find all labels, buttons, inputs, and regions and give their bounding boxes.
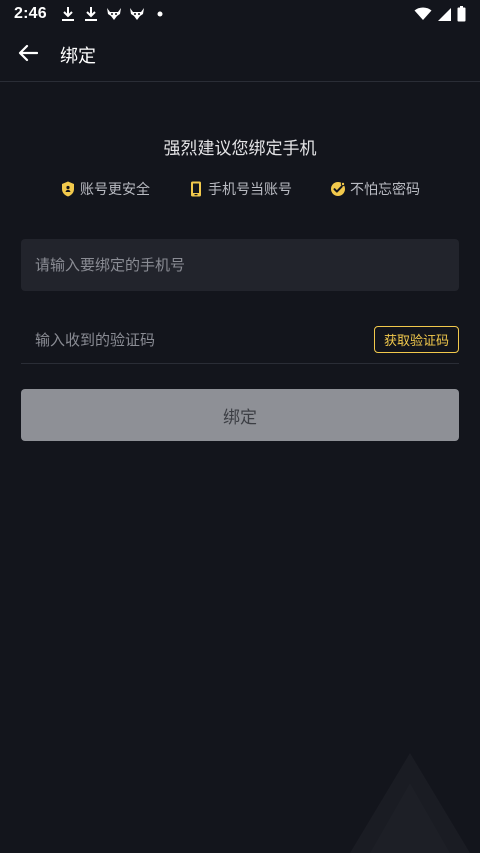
page-title: 绑定 [60,45,96,67]
verification-code-input[interactable] [35,330,374,349]
dot-icon [151,5,169,23]
back-button[interactable] [0,28,56,82]
download-icon [82,5,100,23]
phone-input[interactable] [35,256,445,274]
feature-list: 账号更安全 手机号当账号 不怕忘密码 [0,178,480,200]
get-code-button[interactable]: 获取验证码 [373,326,459,353]
feature-item: 不怕忘密码 [330,179,420,199]
system-icons [409,6,466,22]
bind-phone-screen: 2:46 绑定 强烈建议您绑定手机 账号更安全 手机号当账号 不怕忘密码 请输入… [0,0,480,853]
cellular-signal-icon [437,7,452,22]
notification-icons [59,5,174,23]
status-bar: 2:46 [0,0,480,28]
wifi-icon [414,7,432,21]
app-bar: 绑定 [0,28,480,82]
feature-item: 账号更安全 [60,179,150,199]
arrow-left-icon [18,44,39,66]
app-logo-icon [105,5,123,23]
shield-icon [60,181,76,197]
headline: 强烈建议您绑定手机 [163,139,317,159]
status-time: 2:46 [14,5,47,22]
feature-label: 手机号当账号 [208,182,292,198]
app-logo-icon [128,5,146,23]
phone-icon [188,181,204,197]
verification-code-row: 获取验证码 [21,316,459,364]
check-badge-icon [330,181,346,197]
bind-button[interactable]: 绑定 [21,389,459,441]
background-decoration [340,723,480,853]
battery-icon [457,6,466,22]
feature-item: 手机号当账号 [188,179,292,199]
feature-label: 不怕忘密码 [350,182,420,198]
feature-label: 账号更安全 [80,182,150,198]
download-icon [59,5,77,23]
phone-input-container [21,239,459,291]
